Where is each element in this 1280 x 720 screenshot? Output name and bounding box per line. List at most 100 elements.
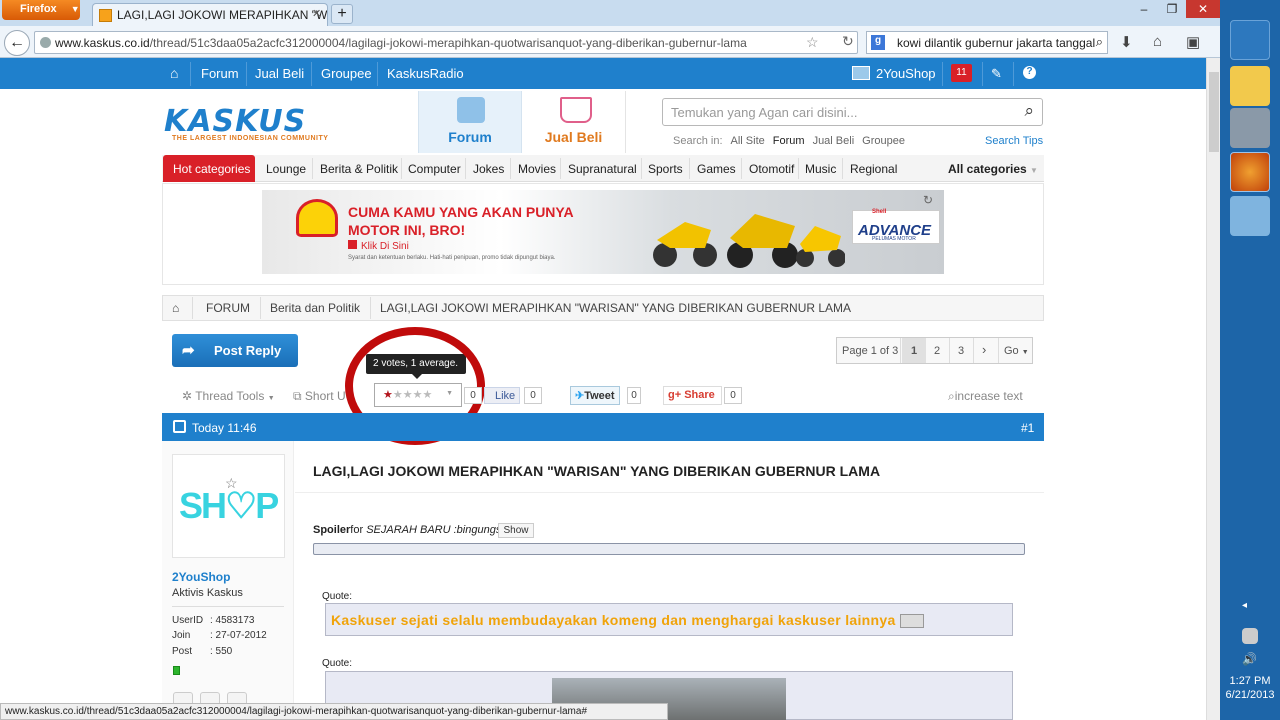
minimize-icon[interactable]: – (1130, 0, 1158, 18)
shopping-cart-icon (560, 97, 592, 123)
search-scope-jual-beli[interactable]: Jual Beli (813, 135, 855, 147)
user-avatar-small[interactable] (852, 66, 870, 80)
spoiler-show-button[interactable]: Show (498, 523, 534, 538)
facebook-like-button[interactable]: Like (484, 387, 521, 404)
search-tips-link[interactable]: Search Tips (985, 135, 1043, 147)
post-count-label: Post (172, 646, 193, 657)
search-scope-forum[interactable]: Forum (773, 135, 805, 147)
bookmark-star-icon[interactable]: ☆ (806, 34, 819, 51)
banner-headline-2: MOTOR INI, BRO! (348, 222, 466, 238)
go-label: Go (1004, 345, 1019, 357)
tweet-button[interactable]: ✈Tweet (570, 386, 620, 405)
window-controls: – ❐ ✕ (1130, 0, 1220, 20)
site-search-input[interactable]: Temukan yang Agan cari disini... ⌕ (662, 98, 1043, 126)
search-icon[interactable]: ⌕ (1024, 101, 1034, 121)
category-computer[interactable]: Computer (408, 162, 461, 176)
banner-cta[interactable]: Klik Di Sini (348, 240, 409, 252)
divider (295, 492, 1044, 493)
tray-chevron-icon[interactable]: ◂ (1242, 600, 1256, 614)
tweet-count: 0 (627, 387, 641, 404)
tab-close-icon[interactable]: ✕ (312, 7, 321, 20)
breadcrumb-berita-politik[interactable]: Berita dan Politik (270, 301, 360, 315)
reload-icon[interactable]: ↻ (842, 33, 854, 50)
forum-icon (457, 97, 485, 123)
system-clock[interactable]: 1:27 PM 6/21/2013 (1222, 674, 1278, 702)
hot-categories-tab[interactable]: Hot categories (163, 155, 255, 182)
category-regional[interactable]: Regional (850, 162, 897, 176)
shell-logo (296, 199, 338, 237)
window-close-icon[interactable]: ✕ (1186, 0, 1220, 18)
category-movies[interactable]: Movies (518, 162, 556, 176)
page-scrollbar[interactable] (1206, 58, 1220, 720)
google-icon[interactable]: g (871, 35, 885, 50)
browser-search-input[interactable]: g kowi dilantik gubernur jakarta tanggal ⌕ (866, 31, 1108, 54)
nav-kaskusradio[interactable]: KaskusRadio (387, 66, 464, 81)
desktop-icon[interactable] (1230, 20, 1270, 60)
firefox-taskbar-icon[interactable] (1230, 152, 1270, 192)
scrollbar-thumb[interactable] (1209, 72, 1219, 152)
page-1[interactable]: 1 (902, 338, 926, 363)
nav-username[interactable]: 2YouShop (876, 66, 936, 81)
back-button[interactable]: ← (4, 30, 30, 56)
post-number-link[interactable]: #1 (1021, 421, 1034, 435)
chevron-down-icon: ▼ (1021, 349, 1029, 356)
breadcrumb-forum[interactable]: FORUM (206, 301, 250, 315)
category-berita-politik[interactable]: Berita & Politik (320, 162, 398, 176)
network-icon[interactable] (1242, 628, 1258, 644)
search-scope-groupee[interactable]: Groupee (862, 135, 905, 147)
avatar[interactable]: ☆ SH♡P (172, 454, 285, 558)
increase-text-button[interactable]: ⌕increase text (948, 389, 1023, 404)
url-path: /thread/51c3daa05a2acfc312000004/lagilag… (149, 36, 747, 50)
header-tab-forum[interactable]: Forum (418, 91, 522, 153)
breadcrumb-home-icon[interactable]: ⌂ (172, 301, 179, 315)
checkbox-icon[interactable] (173, 420, 186, 433)
kaskus-logo[interactable]: KASKUS (164, 104, 306, 139)
settings-icon[interactable] (1230, 108, 1270, 148)
home-nav-icon[interactable]: ⌂ (170, 65, 178, 81)
google-share-button[interactable]: g+ Share (663, 386, 722, 405)
category-music[interactable]: Music (805, 162, 836, 176)
notepad-icon[interactable] (1230, 196, 1270, 236)
search-icon[interactable]: ⌕ (1096, 34, 1103, 50)
category-sports[interactable]: Sports (648, 162, 683, 176)
spoiler-header: Spoilerfor SEJARAH BARU :bingungs: (313, 524, 504, 536)
category-separator (842, 158, 843, 179)
restore-icon[interactable]: ❐ (1158, 0, 1186, 18)
motorbikes-image (653, 214, 845, 268)
thread-tools-dropdown[interactable]: ✲ Thread Tools ▼ (182, 389, 275, 403)
header-tab-jual-beli[interactable]: Jual Beli (522, 91, 626, 153)
category-jokes[interactable]: Jokes (473, 162, 504, 176)
nav-jual-beli[interactable]: Jual Beli (255, 66, 304, 81)
firefox-menu-button[interactable]: Firefox ▼ (2, 0, 80, 20)
new-tab-button[interactable]: + (331, 4, 353, 24)
home-icon[interactable]: ⌂ (1153, 33, 1162, 50)
short-url-button[interactable]: ⧉ Short U (293, 389, 346, 404)
category-supranatural[interactable]: Supranatural (568, 162, 637, 176)
nav-forum[interactable]: Forum (201, 66, 239, 81)
nav-groupee[interactable]: Groupee (321, 66, 372, 81)
category-games[interactable]: Games (697, 162, 736, 176)
all-categories-dropdown[interactable]: All categories ▼ (948, 162, 1038, 176)
addon-menu-icon[interactable]: ▣ (1186, 33, 1200, 51)
category-otomotif[interactable]: Otomotif (749, 162, 794, 176)
pager-separator (900, 338, 901, 363)
page-3[interactable]: 3 (958, 345, 964, 357)
pencil-icon[interactable]: ✎ (991, 66, 1002, 82)
file-explorer-icon[interactable] (1230, 66, 1270, 106)
post-reply-button[interactable]: ➦ Post Reply (172, 334, 298, 367)
search-scope-all-site[interactable]: All Site (731, 135, 765, 147)
browser-search-value: kowi dilantik gubernur jakarta tanggal (897, 36, 1096, 50)
notification-badge[interactable]: 11 (951, 64, 972, 82)
volume-icon[interactable]: 🔊 (1242, 652, 1258, 668)
category-lounge[interactable]: Lounge (266, 162, 306, 176)
download-icon[interactable]: ⬇ (1120, 33, 1133, 51)
pager-separator (973, 338, 974, 363)
next-page-arrow-icon[interactable]: › (982, 342, 986, 357)
page-2[interactable]: 2 (934, 345, 940, 357)
banner-refresh-icon[interactable]: ↻ (923, 193, 933, 207)
help-icon[interactable]: ? (1023, 66, 1036, 79)
go-dropdown[interactable]: Go ▼ (1004, 345, 1029, 357)
post-author-name[interactable]: 2YouShop (172, 570, 230, 584)
browser-tab-active[interactable]: LAGI,LAGI JOKOWI MERAPIHKAN "WARI... (92, 3, 328, 26)
url-bar[interactable]: www.kaskus.co.id/thread/51c3daa05a2acfc3… (34, 31, 858, 54)
